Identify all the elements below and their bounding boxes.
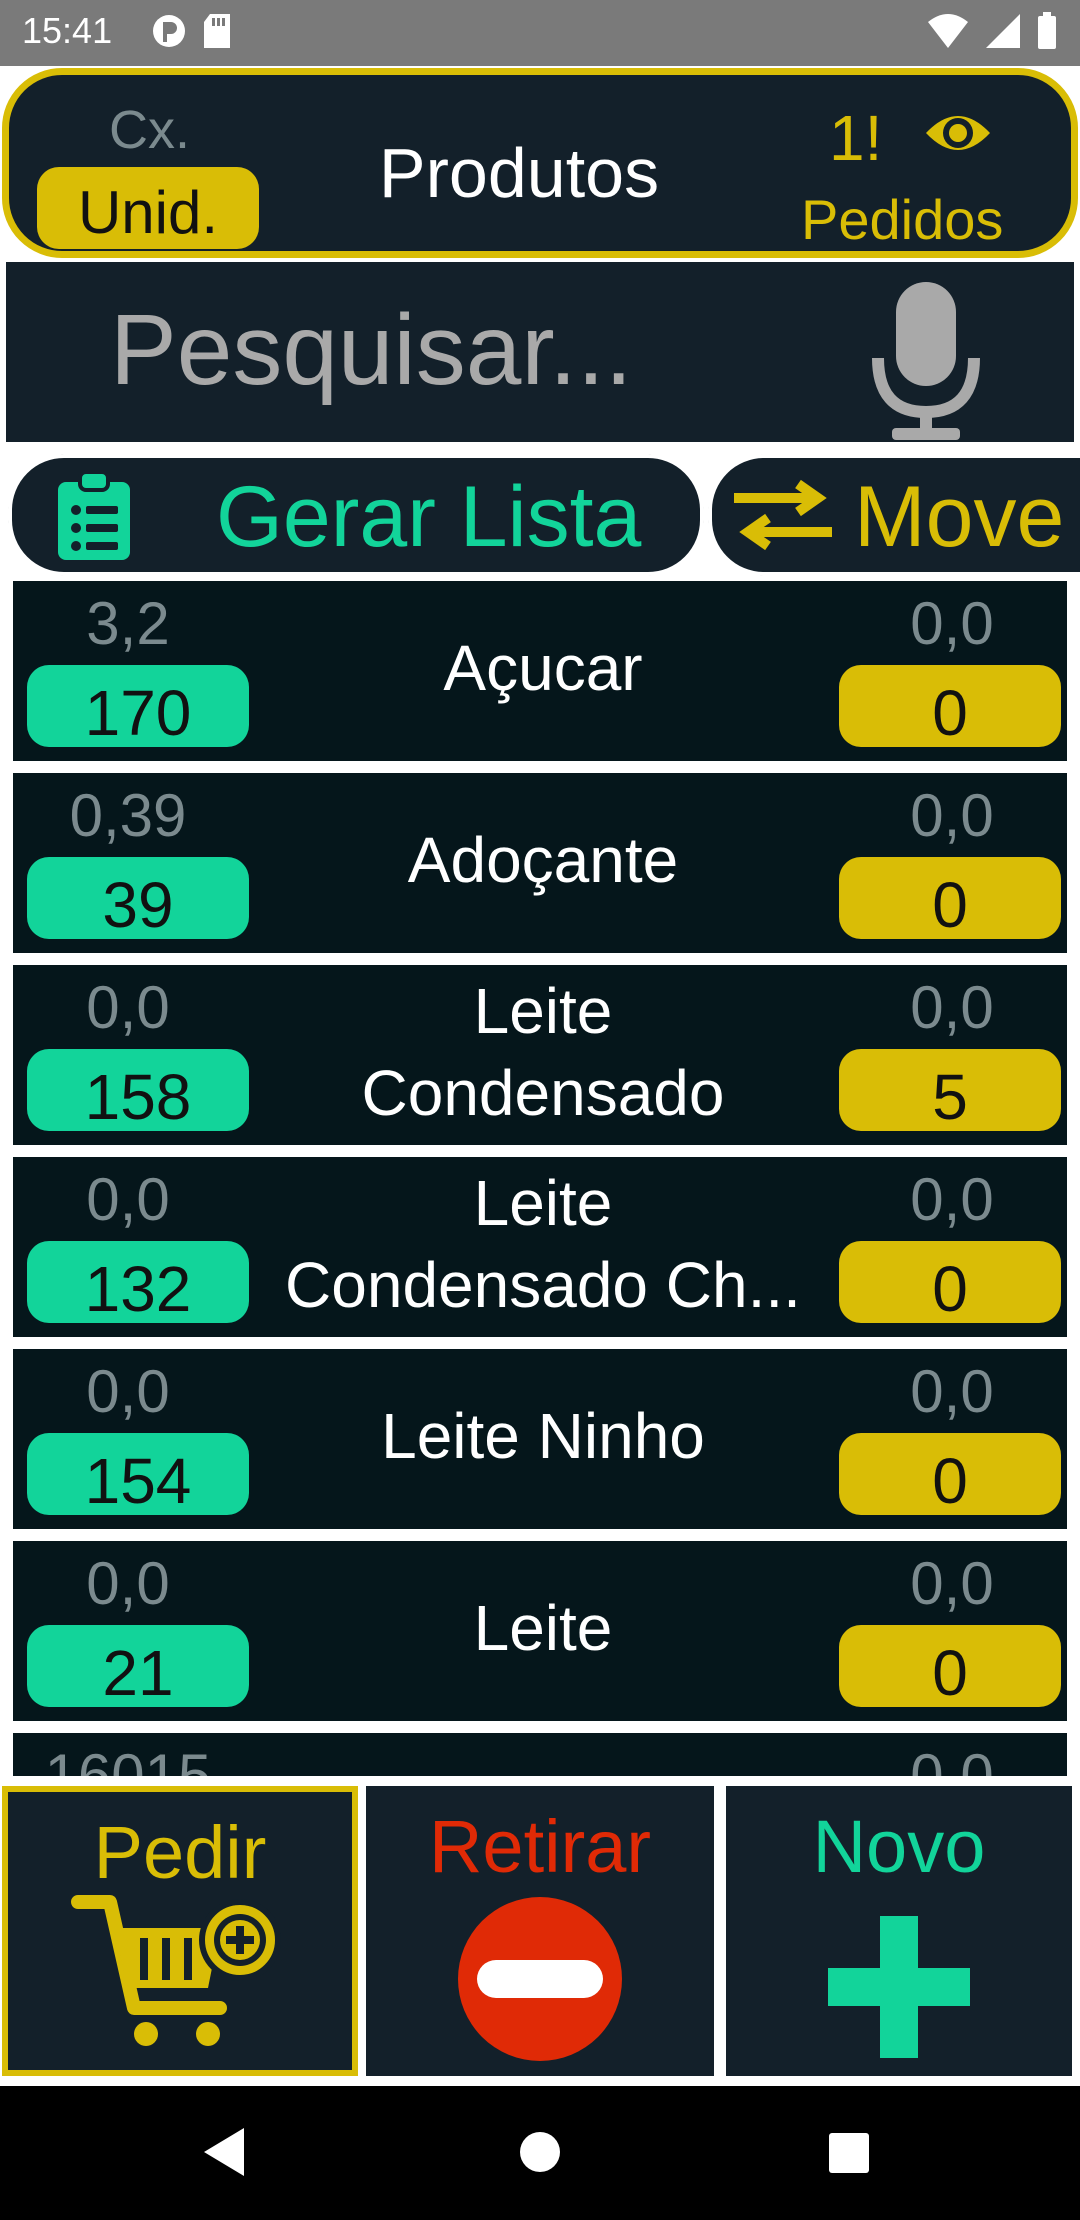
mic-icon[interactable] <box>866 276 986 446</box>
status-time: 15:41 <box>22 10 113 51</box>
product-row[interactable]: 0,0 21 Leite 0,0 0 <box>10 1538 1070 1724</box>
action-row: Gerar Lista Move <box>0 452 1080 580</box>
swap-arrows-icon <box>734 479 832 551</box>
stock-units-pill[interactable]: 158 <box>27 1049 249 1133</box>
nav-back-icon[interactable] <box>200 2126 246 2178</box>
product-row[interactable]: 0,0 132 Leite Condensado Ch... 0,0 0 <box>10 1154 1070 1340</box>
battery-icon <box>1038 12 1056 49</box>
eye-icon[interactable] <box>923 105 993 161</box>
product-name: Leite Condensado Ch... <box>285 1167 801 1321</box>
product-list: 3,2 170 Açucar 0,0 0 0,39 39 Adoçante 0,… <box>0 578 1080 1778</box>
withdraw-button-label: Retirar <box>428 1805 652 1888</box>
product-row[interactable]: 0,0 158 Leite Condensado 0,0 5 <box>10 962 1070 1148</box>
box-quantity-left: 0,39 <box>69 782 187 849</box>
box-quantity-left: 0,0 <box>86 1358 170 1425</box>
clipboard-list-icon <box>58 470 130 560</box>
order-units-pill[interactable]: 5 <box>839 1049 1061 1133</box>
new-product-button-label: Novo <box>812 1805 986 1888</box>
pending-orders-badge[interactable]: 1! <box>829 101 882 175</box>
order-button-label: Pedir <box>93 1811 267 1894</box>
product-name: Açucar <box>443 632 643 704</box>
search-bar <box>6 262 1074 442</box>
product-name: Adoçante <box>407 824 679 896</box>
product-name: Leite <box>473 1592 613 1664</box>
withdraw-button[interactable]: Retirar <box>366 1786 714 2076</box>
box-quantity-left: 0,0 <box>86 1550 170 1617</box>
cell-signal-icon <box>986 14 1020 48</box>
signal-icon <box>153 15 185 47</box>
move-button[interactable]: Move <box>708 454 1080 576</box>
stock-units-pill[interactable]: 154 <box>27 1433 249 1517</box>
header-panel: Cx. Unid. Produtos 1! Pedidos <box>2 68 1078 258</box>
box-quantity-right: 0,0 <box>910 1358 994 1425</box>
order-units-pill[interactable]: 0 <box>839 1625 1061 1709</box>
product-row[interactable]: 3,2 170 Açucar 0,0 0 <box>10 578 1070 764</box>
stock-units-pill[interactable]: 170 <box>27 665 249 749</box>
box-quantity-right: 0,0 <box>910 1550 994 1617</box>
box-quantity-left: 16015 <box>44 1742 212 1778</box>
sd-card-icon <box>204 14 230 48</box>
order-units-pill[interactable]: 0 <box>839 857 1061 941</box>
generate-list-label: Gerar Lista <box>216 469 642 565</box>
page-title: Produtos <box>378 134 660 212</box>
status-system-icons <box>926 12 1058 50</box>
product-name: Leite Condensado <box>361 975 725 1129</box>
move-label: Move <box>854 469 1065 565</box>
box-quantity-right: 0,0 <box>910 590 994 657</box>
order-units-pill[interactable]: 0 <box>839 1241 1061 1325</box>
product-row[interactable]: 16015 0,0 <box>10 1730 1070 1778</box>
generate-list-button[interactable]: Gerar Lista <box>8 454 704 576</box>
product-name: Leite Ninho <box>381 1400 705 1472</box>
wifi-icon <box>928 14 968 48</box>
order-units-pill[interactable]: 0 <box>839 1433 1061 1517</box>
stock-units-pill[interactable]: 39 <box>27 857 249 941</box>
screen: 15:41 Cx. Unid. Produtos 1! Pedidos Pesq… <box>0 0 1080 2220</box>
nav-recents-icon[interactable] <box>828 2132 870 2174</box>
nav-home-icon[interactable] <box>518 2130 562 2174</box>
system-navigation-bar <box>0 2086 1080 2220</box>
search-input[interactable] <box>110 290 810 410</box>
box-quantity-right: 0,0 <box>910 782 994 849</box>
stock-units-pill[interactable]: 21 <box>27 1625 249 1709</box>
product-row[interactable]: 0,0 154 Leite Ninho 0,0 0 <box>10 1346 1070 1532</box>
box-quantity-left: 0,0 <box>86 974 170 1041</box>
bottom-action-bar: Pedir Retirar Novo <box>0 1776 1080 2086</box>
status-notification-icons <box>150 12 232 50</box>
box-quantity-left: 0,0 <box>86 1166 170 1233</box>
new-product-button[interactable]: Novo <box>726 1786 1072 2076</box>
app-header: Cx. Unid. Produtos 1! Pedidos <box>0 66 1080 262</box>
status-bar: 15:41 <box>0 0 1080 66</box>
box-quantity-left: 3,2 <box>86 590 170 657</box>
box-quantity-right: 0,0 <box>910 1742 994 1778</box>
cart-plus-icon <box>71 1895 281 2046</box>
box-quantity-right: 0,0 <box>910 974 994 1041</box>
product-row[interactable]: 0,39 39 Adoçante 0,0 0 <box>10 770 1070 956</box>
stock-units-pill[interactable]: 132 <box>27 1241 249 1325</box>
order-units-pill[interactable]: 0 <box>839 665 1061 749</box>
mode-toggle-unid[interactable]: Unid. <box>37 167 259 249</box>
plus-icon <box>828 1916 970 2058</box>
order-button[interactable]: Pedir <box>2 1786 358 2076</box>
box-quantity-right: 0,0 <box>910 1166 994 1233</box>
mode-toggle-cx[interactable]: Cx. <box>109 99 190 161</box>
orders-button[interactable]: Pedidos <box>801 187 1003 252</box>
minus-circle-icon <box>458 1897 622 2061</box>
